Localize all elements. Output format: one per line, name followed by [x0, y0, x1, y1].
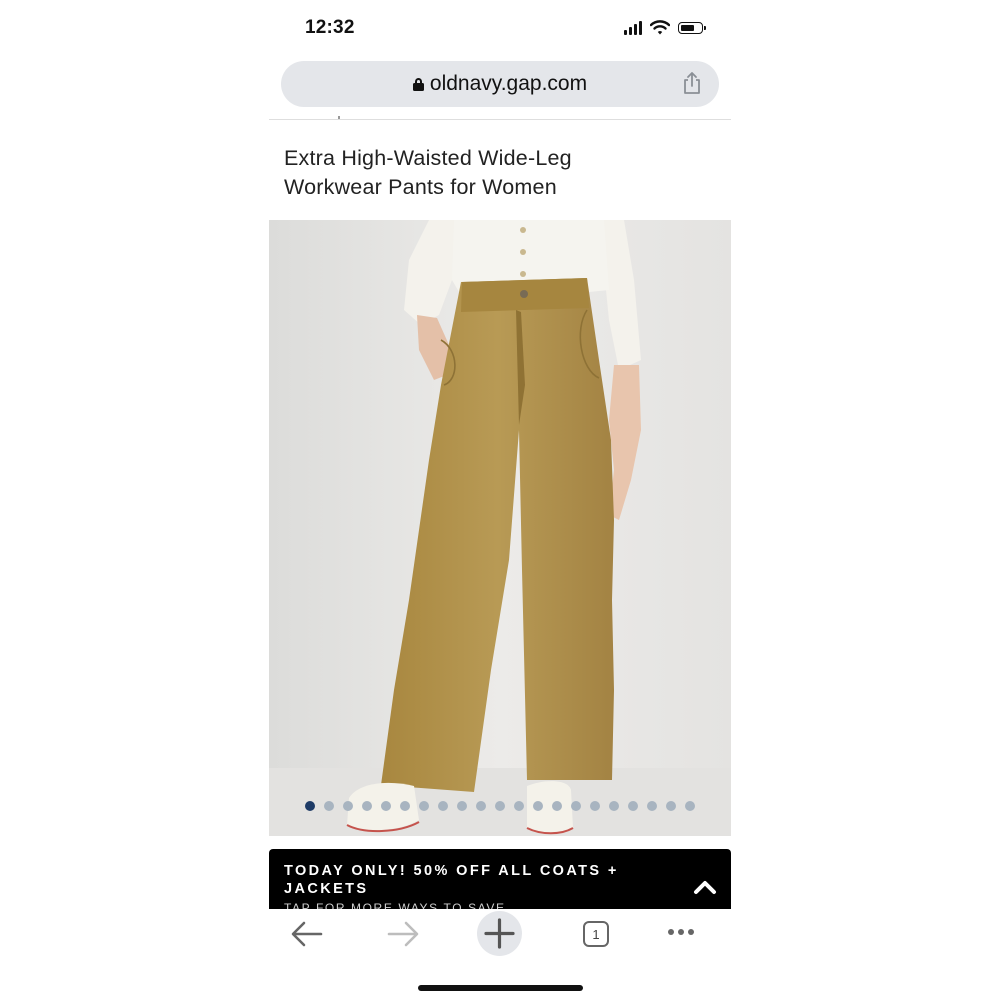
promo-subtitle[interactable]: TAP FOR MORE WAYS TO SAVE — [284, 899, 506, 909]
gallery-dot[interactable] — [476, 801, 486, 811]
gallery-dot[interactable] — [305, 801, 315, 811]
gallery-dot[interactable] — [438, 801, 448, 811]
page-divider — [269, 119, 731, 120]
wifi-icon — [650, 20, 670, 35]
url-text[interactable]: oldnavy.gap.com — [430, 72, 587, 96]
lock-icon — [412, 77, 424, 91]
gallery-dot[interactable] — [381, 801, 391, 811]
cellular-signal-icon — [624, 20, 642, 35]
gallery-dot[interactable] — [495, 801, 505, 811]
gallery-dot[interactable] — [666, 801, 676, 811]
breadcrumb-remnant — [338, 116, 340, 119]
back-arrow-icon[interactable] — [290, 920, 324, 948]
gallery-dot[interactable] — [628, 801, 638, 811]
gallery-dot[interactable] — [533, 801, 543, 811]
gallery-pagination[interactable] — [269, 801, 731, 811]
new-tab-button[interactable] — [477, 911, 522, 956]
product-photo — [269, 220, 731, 836]
forward-arrow-icon[interactable] — [386, 920, 420, 948]
home-indicator — [418, 985, 583, 991]
status-icons — [624, 20, 706, 35]
gallery-dot[interactable] — [457, 801, 467, 811]
gallery-dot[interactable] — [609, 801, 619, 811]
gallery-dot[interactable] — [400, 801, 410, 811]
gallery-dot[interactable] — [324, 801, 334, 811]
product-title-line-1: Extra High-Waisted Wide-Leg — [284, 146, 572, 170]
plus-icon — [484, 918, 515, 949]
more-icon[interactable] — [668, 929, 694, 935]
gallery-dot[interactable] — [362, 801, 372, 811]
gallery-dot[interactable] — [571, 801, 581, 811]
status-time: 12:32 — [305, 17, 355, 38]
gallery-dot[interactable] — [647, 801, 657, 811]
address-bar-content[interactable]: oldnavy.gap.com — [281, 61, 719, 107]
product-title: Extra High-Waisted Wide-Leg Workwear Pan… — [284, 144, 724, 202]
gallery-dot[interactable] — [685, 801, 695, 811]
gallery-dot[interactable] — [552, 801, 562, 811]
product-image[interactable] — [269, 220, 731, 836]
gallery-dot[interactable] — [514, 801, 524, 811]
promo-title[interactable]: TODAY ONLY! 50% OFF ALL COATS + JACKETS — [284, 862, 644, 898]
gallery-dot[interactable] — [343, 801, 353, 811]
battery-icon — [678, 21, 706, 34]
gallery-dot[interactable] — [590, 801, 600, 811]
product-title-line-2: Workwear Pants for Women — [284, 175, 557, 199]
chevron-up-icon[interactable] — [693, 879, 717, 895]
tabs-button[interactable]: 1 — [583, 921, 609, 947]
gallery-dot[interactable] — [419, 801, 429, 811]
share-icon[interactable] — [681, 71, 703, 95]
